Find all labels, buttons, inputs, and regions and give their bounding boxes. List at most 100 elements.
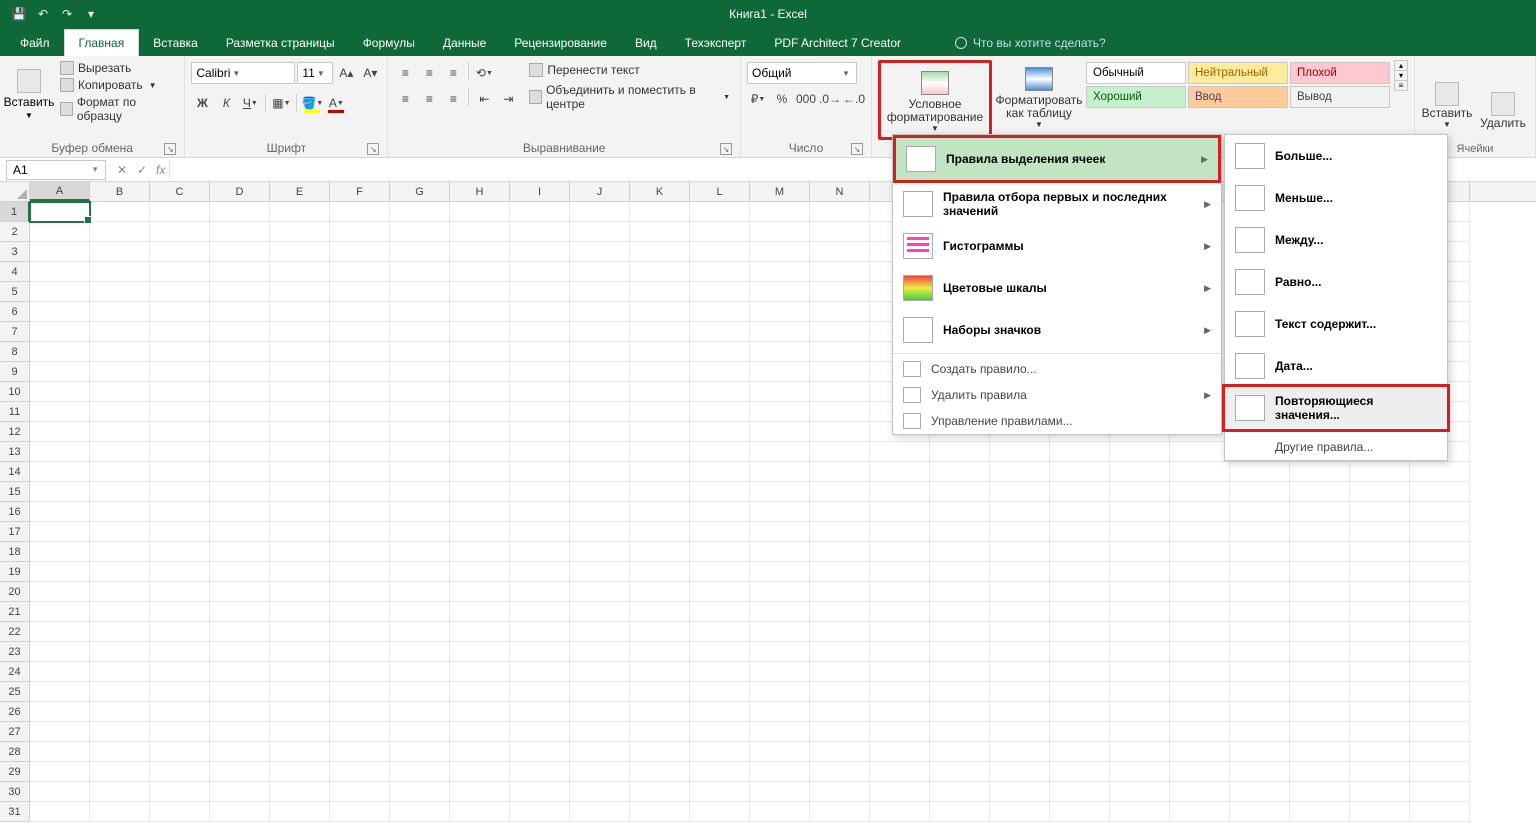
- cell[interactable]: [1230, 762, 1290, 782]
- cell[interactable]: [270, 502, 330, 522]
- cell[interactable]: [1410, 642, 1470, 662]
- cell[interactable]: [810, 782, 870, 802]
- cell[interactable]: [570, 442, 630, 462]
- cancel-icon[interactable]: ✕: [112, 160, 132, 180]
- cell[interactable]: [450, 482, 510, 502]
- cell[interactable]: [1230, 742, 1290, 762]
- row-header[interactable]: 30: [0, 782, 30, 802]
- cell[interactable]: [30, 662, 90, 682]
- cell[interactable]: [390, 262, 450, 282]
- cell[interactable]: [810, 422, 870, 442]
- cell[interactable]: [330, 442, 390, 462]
- cell[interactable]: [510, 362, 570, 382]
- cell[interactable]: [1410, 702, 1470, 722]
- cell[interactable]: [510, 762, 570, 782]
- cell[interactable]: [390, 742, 450, 762]
- menu-less-than[interactable]: Меньше...: [1225, 177, 1447, 219]
- cell[interactable]: [870, 602, 930, 622]
- cell[interactable]: [30, 802, 90, 822]
- cell[interactable]: [570, 482, 630, 502]
- cell[interactable]: [150, 782, 210, 802]
- row-header[interactable]: 10: [0, 382, 30, 402]
- cell[interactable]: [210, 602, 270, 622]
- dialog-launcher-icon[interactable]: ↘: [720, 143, 732, 155]
- cell[interactable]: [90, 482, 150, 502]
- column-header[interactable]: E: [270, 182, 330, 201]
- row-header[interactable]: 7: [0, 322, 30, 342]
- dialog-launcher-icon[interactable]: ↘: [164, 143, 176, 155]
- cell[interactable]: [990, 602, 1050, 622]
- cell[interactable]: [870, 582, 930, 602]
- cut-button[interactable]: Вырезать: [56, 60, 178, 76]
- cell[interactable]: [810, 562, 870, 582]
- cell[interactable]: [1290, 542, 1350, 562]
- cell[interactable]: [30, 542, 90, 562]
- cell[interactable]: [150, 602, 210, 622]
- cell[interactable]: [1170, 482, 1230, 502]
- cell[interactable]: [570, 602, 630, 622]
- decrease-indent-icon[interactable]: ⇤: [473, 88, 495, 110]
- cell[interactable]: [30, 522, 90, 542]
- orientation-icon[interactable]: ⟲▼: [473, 62, 495, 84]
- column-header[interactable]: L: [690, 182, 750, 201]
- cell[interactable]: [570, 622, 630, 642]
- cell[interactable]: [1230, 522, 1290, 542]
- cell[interactable]: [510, 282, 570, 302]
- cell[interactable]: [690, 222, 750, 242]
- cell[interactable]: [90, 442, 150, 462]
- cell[interactable]: [690, 462, 750, 482]
- row-header[interactable]: 3: [0, 242, 30, 262]
- cell[interactable]: [810, 762, 870, 782]
- cell[interactable]: [1230, 562, 1290, 582]
- cell[interactable]: [630, 462, 690, 482]
- cell[interactable]: [90, 342, 150, 362]
- cell[interactable]: [450, 462, 510, 482]
- menu-text-contains[interactable]: Текст содержит...: [1225, 303, 1447, 345]
- cell[interactable]: [390, 762, 450, 782]
- row-header[interactable]: 25: [0, 682, 30, 702]
- row-header[interactable]: 1: [0, 202, 30, 222]
- cell[interactable]: [630, 622, 690, 642]
- cell[interactable]: [30, 422, 90, 442]
- cell[interactable]: [1350, 582, 1410, 602]
- cell[interactable]: [630, 402, 690, 422]
- cell[interactable]: [150, 562, 210, 582]
- cell[interactable]: [750, 682, 810, 702]
- cell[interactable]: [570, 642, 630, 662]
- tab-data[interactable]: Данные: [429, 30, 500, 56]
- cell[interactable]: [1110, 442, 1170, 462]
- cell[interactable]: [210, 342, 270, 362]
- cell[interactable]: [690, 202, 750, 222]
- cell[interactable]: [1290, 562, 1350, 582]
- cell[interactable]: [750, 462, 810, 482]
- cell[interactable]: [1350, 662, 1410, 682]
- column-header[interactable]: N: [810, 182, 870, 201]
- cell[interactable]: [750, 542, 810, 562]
- cell[interactable]: [570, 242, 630, 262]
- cell[interactable]: [630, 502, 690, 522]
- column-header[interactable]: K: [630, 182, 690, 201]
- cell[interactable]: [150, 542, 210, 562]
- cell[interactable]: [90, 602, 150, 622]
- cell[interactable]: [990, 522, 1050, 542]
- cell[interactable]: [390, 482, 450, 502]
- cell[interactable]: [150, 202, 210, 222]
- cell[interactable]: [450, 562, 510, 582]
- cell[interactable]: [330, 662, 390, 682]
- cell[interactable]: [510, 202, 570, 222]
- cell[interactable]: [750, 602, 810, 622]
- cell[interactable]: [810, 362, 870, 382]
- cell[interactable]: [1170, 442, 1230, 462]
- menu-date-occurring[interactable]: Дата...: [1225, 345, 1447, 387]
- cell[interactable]: [810, 682, 870, 702]
- cell[interactable]: [390, 602, 450, 622]
- delete-cells-button[interactable]: Удалить: [1477, 60, 1529, 132]
- cell[interactable]: [30, 782, 90, 802]
- cell[interactable]: [1050, 762, 1110, 782]
- cell[interactable]: [750, 222, 810, 242]
- cell[interactable]: [210, 762, 270, 782]
- cell[interactable]: [270, 702, 330, 722]
- cell[interactable]: [690, 562, 750, 582]
- cell[interactable]: [510, 602, 570, 622]
- cell[interactable]: [930, 542, 990, 562]
